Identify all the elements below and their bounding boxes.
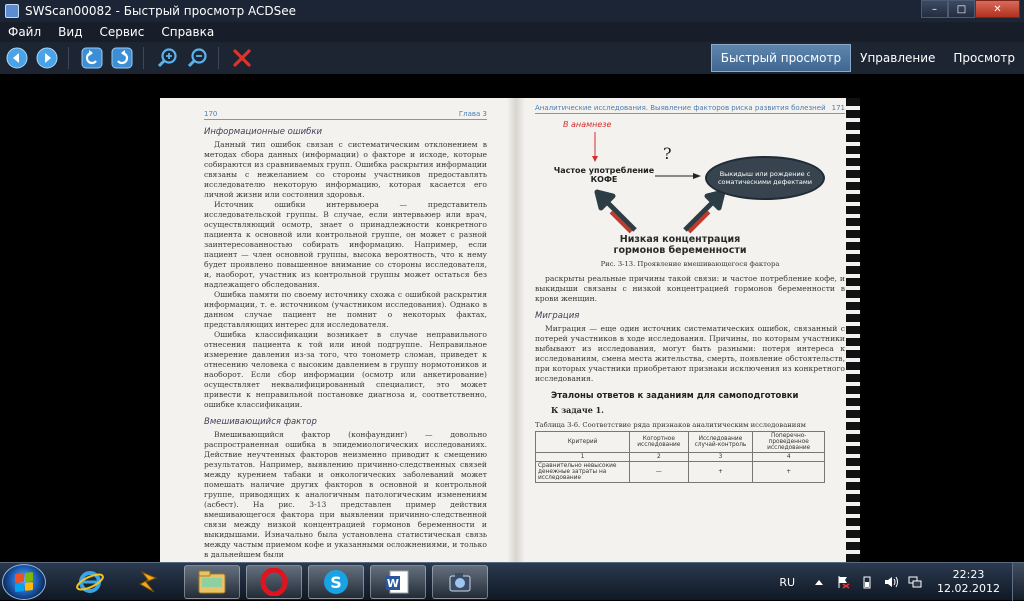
paragraph: Данный тип ошибок связан с систематическ…	[204, 140, 487, 199]
show-hidden-icons-icon[interactable]	[811, 574, 827, 590]
title-bar: SWScan00082 - Быстрый просмотр ACDSee – …	[0, 0, 1024, 22]
window-title: SWScan00082 - Быстрый просмотр ACDSee	[25, 4, 297, 18]
image-viewer[interactable]: 170 Глава 3 Информационные ошибки Данный…	[0, 74, 1024, 562]
diagram-hormones-label: Низкая концентрация гормонов беременност…	[613, 234, 747, 256]
tab-view[interactable]: Просмотр	[944, 44, 1024, 72]
paragraph: Источник ошибки интервьюера — представит…	[204, 200, 487, 289]
action-center-flag-icon[interactable]	[835, 574, 851, 590]
word-icon[interactable]: W	[370, 565, 426, 599]
acdsee-app-icon	[5, 4, 19, 18]
taskbar: S W RU 22:23 12.02.2012	[0, 562, 1024, 601]
minimize-button[interactable]: –	[921, 0, 948, 18]
toolbar: Быстрый просмотр Управление Просмотр	[0, 42, 1024, 74]
clock-time: 22:23	[952, 568, 985, 581]
language-indicator[interactable]: RU	[779, 576, 795, 589]
svg-text:S: S	[330, 573, 342, 592]
left-chapter: Глава 3	[458, 110, 487, 118]
toolbar-separator	[218, 47, 219, 69]
table-caption: Таблица 3-6. Соответствие ряда признаков…	[535, 421, 806, 429]
start-button[interactable]	[2, 564, 46, 600]
zoom-in-icon[interactable]	[154, 45, 180, 71]
menu-tools[interactable]: Сервис	[91, 25, 153, 39]
toolbar-separator	[143, 47, 144, 69]
book-spine	[507, 98, 525, 562]
criteria-table: Критерий Когортное исследование Исследов…	[534, 431, 825, 483]
right-page-number: 171	[831, 104, 845, 112]
paragraph: раскрыты реальные причины такой связи: и…	[535, 274, 845, 303]
right-page: Аналитические исследования. Выявление фа…	[525, 98, 845, 562]
mode-tabs: Быстрый просмотр Управление Просмотр	[710, 44, 1024, 72]
rotate-right-icon[interactable]	[109, 45, 135, 71]
table-cell: —	[629, 461, 689, 483]
table-header-cell: Исследование случай-контроль	[687, 431, 754, 453]
right-header-text: Аналитические исследования. Выявление фа…	[535, 104, 826, 112]
left-page-header: 170 Глава 3	[204, 110, 487, 120]
table-header-cell: Когортное исследование	[629, 431, 689, 453]
table-cell: 4	[752, 452, 825, 462]
diagram-question-mark: ?	[663, 144, 672, 163]
table-cell: 3	[687, 452, 754, 462]
menu-bar: Файл Вид Сервис Справка	[0, 22, 1024, 42]
section-title: Миграция	[535, 311, 580, 321]
figure-diagram: В анамнезе Частое употребление КОФЕ ? Вы…	[535, 118, 845, 256]
delete-icon[interactable]	[229, 45, 255, 71]
network-icon[interactable]	[907, 574, 923, 590]
menu-view[interactable]: Вид	[50, 25, 91, 39]
windows-logo-icon	[15, 572, 33, 592]
scanned-image: 170 Глава 3 Информационные ошибки Данный…	[160, 98, 860, 562]
ie-icon[interactable]	[62, 565, 118, 599]
table-cell: 2	[629, 452, 689, 462]
table-row: 1 2 3 4	[534, 452, 825, 462]
tab-manage[interactable]: Управление	[851, 44, 944, 72]
svg-text:W: W	[387, 577, 399, 590]
power-icon[interactable]	[859, 574, 875, 590]
table-cell: 1	[534, 452, 631, 462]
toolbar-separator	[68, 47, 69, 69]
paragraph: Вмешивающийся фактор (конфаундинг) — дов…	[204, 430, 487, 559]
paragraph: Ошибка памяти по своему источнику схожа …	[204, 290, 487, 329]
page-edge-strips	[846, 98, 860, 562]
figure-caption: Рис. 3-13. Проявление вмешивающегося фак…	[600, 260, 780, 268]
volume-icon[interactable]	[883, 574, 899, 590]
maximize-button[interactable]: □	[948, 0, 975, 18]
clock[interactable]: 22:23 12.02.2012	[937, 568, 1000, 596]
paragraph: Миграция — еще один источник систематиче…	[535, 324, 845, 383]
clock-date: 12.02.2012	[937, 582, 1000, 595]
diagram-outcome-ellipse: Выкидыш или рождение с соматическими деф…	[705, 156, 825, 200]
menu-file[interactable]: Файл	[0, 25, 50, 39]
right-page-header: Аналитические исследования. Выявление фа…	[535, 104, 845, 114]
table-cell: +	[687, 461, 754, 483]
table-cell: Сравнительно невысокие денежные затраты …	[534, 461, 631, 483]
file-explorer-icon[interactable]	[184, 565, 240, 599]
acdsee-icon[interactable]	[432, 565, 488, 599]
menu-help[interactable]: Справка	[153, 25, 223, 39]
paragraph: Ошибка классификации возникает в случае …	[204, 330, 487, 409]
table-header-cell: Поперечно-проведенное исследование	[752, 431, 825, 453]
left-page-number: 170	[204, 110, 218, 118]
diagram-anamnesis-label: В анамнезе	[563, 120, 612, 129]
close-button[interactable]: ✕	[975, 0, 1020, 18]
table-row: Сравнительно невысокие денежные затраты …	[534, 461, 825, 483]
winamp-icon[interactable]	[120, 565, 176, 599]
opera-icon[interactable]	[246, 565, 302, 599]
show-desktop-button[interactable]	[1012, 563, 1024, 601]
task-heading: К задаче 1.	[551, 405, 604, 415]
zoom-out-icon[interactable]	[184, 45, 210, 71]
diagram-coffee-label: Частое употребление КОФЕ	[553, 166, 655, 184]
table-header-row: Критерий Когортное исследование Исследов…	[534, 431, 825, 453]
answers-heading: Эталоны ответов к заданиям для самоподго…	[551, 391, 799, 401]
table-header-cell: Критерий	[534, 431, 631, 453]
rotate-left-icon[interactable]	[79, 45, 105, 71]
left-page: 170 Глава 3 Информационные ошибки Данный…	[160, 98, 505, 562]
section-title: Информационные ошибки	[204, 127, 323, 137]
back-arrow-icon[interactable]	[4, 45, 30, 71]
table-cell: +	[752, 461, 825, 483]
section-title: Вмешивающийся фактор	[204, 417, 317, 427]
system-tray: RU 22:23 12.02.2012	[779, 563, 1024, 601]
tab-quick-view[interactable]: Быстрый просмотр	[710, 44, 852, 72]
window-controls: – □ ✕	[921, 0, 1020, 18]
skype-icon[interactable]: S	[308, 565, 364, 599]
forward-arrow-icon[interactable]	[34, 45, 60, 71]
